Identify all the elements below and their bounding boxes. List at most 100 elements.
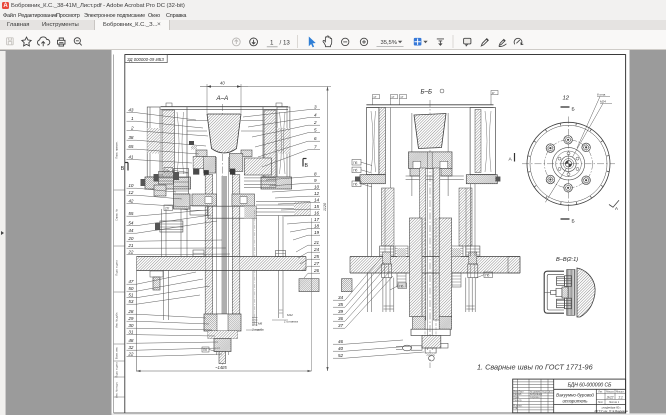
svg-text:15: 15 xyxy=(314,204,320,209)
svg-text:Взам. инв.: Взам. инв. xyxy=(115,346,119,359)
svg-text:~1425: ~1425 xyxy=(215,365,227,370)
svg-text:40: 40 xyxy=(220,81,225,86)
svg-text:12: 12 xyxy=(128,190,134,195)
svg-text:21: 21 xyxy=(313,240,320,245)
svg-text:Лит.: Лит. xyxy=(598,391,603,394)
svg-text:47: 47 xyxy=(128,279,134,284)
svg-text:Б: Б xyxy=(572,219,575,225)
svg-text:6 отв.: 6 отв. xyxy=(597,93,606,97)
svg-text:52: 52 xyxy=(338,353,344,358)
svg-text:10: 10 xyxy=(314,185,320,190)
svg-text:41: 41 xyxy=(128,155,134,160)
svg-text:1: 1 xyxy=(270,39,274,46)
svg-text:Вакуумно-буровой: Вакуумно-буровой xyxy=(556,393,594,398)
svg-text:12: 12 xyxy=(314,191,320,196)
svg-text:Утв.: Утв. xyxy=(513,407,518,410)
svg-text:Подп. и дата: Подп. и дата xyxy=(115,260,119,276)
svg-text:А–А: А–А xyxy=(216,95,229,102)
svg-text:48: 48 xyxy=(128,338,134,343)
svg-text:2 трубы: 2 трубы xyxy=(251,328,265,332)
svg-text:35,5%: 35,5% xyxy=(381,40,397,46)
svg-text:16: 16 xyxy=(314,211,320,216)
svg-text:2: 2 xyxy=(313,120,317,125)
svg-text:испаритель: испаритель xyxy=(562,398,588,403)
svg-text:14: 14 xyxy=(314,198,320,203)
svg-text:М6: М6 xyxy=(258,322,262,326)
svg-text:50: 50 xyxy=(128,286,134,291)
svg-text:18: 18 xyxy=(314,224,320,229)
svg-text:35: 35 xyxy=(338,302,344,307)
svg-text:53: 53 xyxy=(128,299,134,304)
svg-text:55: 55 xyxy=(128,211,134,216)
svg-text:2к22: 2к22 xyxy=(606,396,614,400)
svg-text:Б: Б xyxy=(572,107,575,113)
svg-text:МГТУ им. Н.Э.Баумана: МГТУ им. Н.Э.Баумана xyxy=(594,409,627,413)
svg-text:65: 65 xyxy=(128,144,134,149)
svg-text:3: 3 xyxy=(314,105,317,110)
svg-text:54: 54 xyxy=(128,221,134,226)
svg-text:4: 4 xyxy=(314,113,317,118)
svg-text:1. Сварные швы по ГОСТ 1771-96: 1. Сварные швы по ГОСТ 1771-96 xyxy=(477,363,594,372)
svg-text:В: В xyxy=(121,166,125,172)
svg-text:44: 44 xyxy=(128,228,134,233)
svg-text:В: В xyxy=(305,163,309,169)
svg-text:Пб: Пб xyxy=(399,284,403,288)
svg-text:9: 9 xyxy=(314,178,317,183)
svg-text:24: 24 xyxy=(313,247,320,252)
svg-text:26: 26 xyxy=(313,268,320,273)
svg-text:Подп. и дата: Подп. и дата xyxy=(115,362,119,378)
svg-text:2: 2 xyxy=(130,126,134,131)
svg-text:Пб: Пб xyxy=(353,161,357,165)
svg-text:29: 29 xyxy=(127,316,134,321)
svg-text:Пб: Пб xyxy=(353,168,357,172)
svg-text:Масшт.: Масшт. xyxy=(616,391,625,394)
svg-text:Т.контр.: Т.контр. xyxy=(513,399,522,402)
svg-text:Пб: Пб xyxy=(485,273,489,277)
svg-text:43: 43 xyxy=(128,108,134,113)
svg-text:17: 17 xyxy=(314,217,320,222)
svg-text:30: 30 xyxy=(128,323,134,328)
svg-text:19: 19 xyxy=(314,230,320,235)
svg-text:Перв. примен.: Перв. примен. xyxy=(115,141,119,159)
svg-text:М12: М12 xyxy=(287,313,293,317)
svg-text:21: 21 xyxy=(127,243,134,248)
svg-text:38: 38 xyxy=(128,135,134,140)
svg-text:42: 42 xyxy=(128,199,134,204)
svg-text:10: 10 xyxy=(128,183,134,188)
svg-text:Пб: Пб xyxy=(353,182,357,186)
svg-text:БДН 60-000000 СБ: БДН 60-000000 СБ xyxy=(568,383,613,389)
svg-text:Пт: Пт xyxy=(166,169,170,173)
svg-text:Подп.: Подп. xyxy=(542,391,548,393)
svg-text:Листов 1: Листов 1 xyxy=(609,401,620,404)
svg-text:5: 5 xyxy=(314,128,317,133)
svg-text:37: 37 xyxy=(338,323,344,328)
svg-text:Лист: Лист xyxy=(598,401,604,404)
svg-text:Дата: Дата xyxy=(549,391,555,393)
svg-text:ЗД 000000-09 ИБЗ: ЗД 000000-09 ИБЗ xyxy=(127,57,164,62)
svg-text:Сорокин: Сорокин xyxy=(530,396,540,399)
svg-text:40: 40 xyxy=(338,346,344,351)
svg-text:М24: М24 xyxy=(600,100,606,104)
svg-text:Инв. № дубл.: Инв. № дубл. xyxy=(115,312,119,328)
svg-text:20: 20 xyxy=(127,236,134,241)
svg-text:12: 12 xyxy=(563,96,570,102)
svg-text:22: 22 xyxy=(127,250,134,255)
svg-text:39: 39 xyxy=(338,309,344,314)
svg-text:1:1: 1:1 xyxy=(618,396,623,400)
svg-text:Б–Б: Б–Б xyxy=(421,89,433,96)
svg-text:27: 27 xyxy=(313,261,320,266)
svg-text:36: 36 xyxy=(338,316,344,321)
svg-text:1Г: 1Г xyxy=(492,91,496,95)
svg-text:46: 46 xyxy=(338,339,344,344)
svg-text:51: 51 xyxy=(128,293,134,298)
svg-text:Инв. № подл.: Инв. № подл. xyxy=(115,382,119,398)
svg-text:22: 22 xyxy=(127,352,134,357)
svg-text:/ 13: / 13 xyxy=(280,39,291,46)
svg-text:1: 1 xyxy=(131,116,134,121)
svg-text:31: 31 xyxy=(128,330,134,335)
svg-text:1120: 1120 xyxy=(323,202,327,211)
svg-text:25: 25 xyxy=(313,254,320,259)
svg-text:Масса: Масса xyxy=(606,391,614,394)
svg-text:Справ. №: Справ. № xyxy=(115,209,119,221)
svg-text:6: 6 xyxy=(314,136,317,141)
